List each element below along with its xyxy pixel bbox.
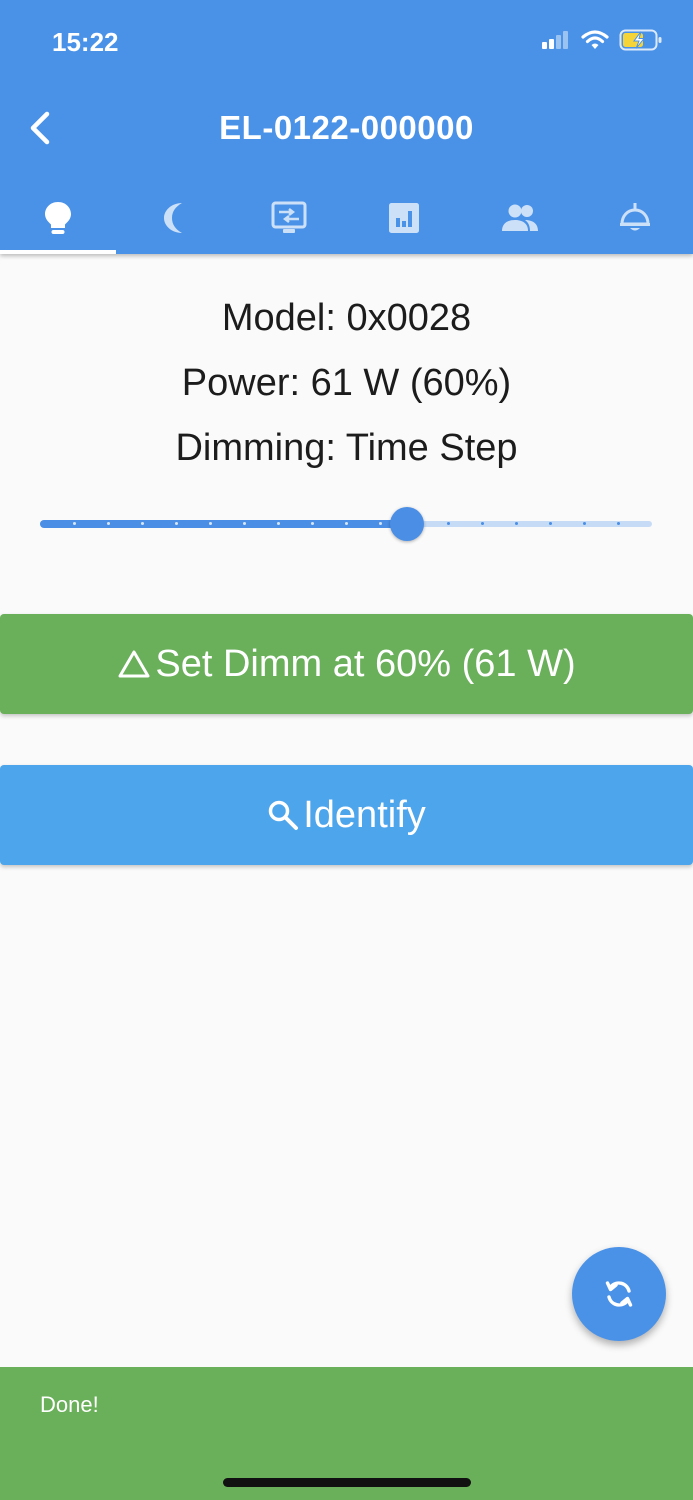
- slider-tick: [616, 522, 620, 525]
- slider-tick: [242, 522, 246, 525]
- refresh-icon: [605, 1281, 633, 1307]
- lightbulb-icon: [44, 202, 71, 234]
- slider-tick: [446, 522, 450, 525]
- set-dimm-label: Set Dimm at 60% (61 W): [155, 642, 576, 685]
- device-info: Model: 0x0028 Power: 61 W (60%) Dimming:…: [0, 286, 693, 481]
- wifi-icon: [581, 29, 609, 56]
- slider-thumb[interactable]: [390, 507, 425, 541]
- slider-tick: [344, 522, 348, 525]
- snackbar-message: Done!: [40, 1392, 99, 1417]
- refresh-button[interactable]: [572, 1247, 666, 1341]
- tab-groups[interactable]: [462, 182, 578, 254]
- slider-tick: [378, 522, 382, 525]
- battery-charging-icon: [619, 28, 663, 57]
- slider-tick: [276, 522, 280, 525]
- model-text: Model: 0x0028: [221, 297, 472, 339]
- slider-tick: [548, 522, 552, 525]
- tab-bar: [0, 182, 693, 254]
- set-dimm-button[interactable]: Set Dimm at 60% (61 W): [0, 614, 693, 714]
- signal-icon: [541, 30, 571, 55]
- slider-tick: [106, 522, 110, 525]
- group-icon: [501, 204, 538, 231]
- tab-configuration[interactable]: [231, 182, 347, 254]
- triangle-icon: [118, 650, 150, 678]
- status-time: 15:22: [52, 27, 119, 57]
- tab-luminaire[interactable]: [578, 182, 693, 254]
- slider-tick: [174, 522, 178, 525]
- app-header: 15:22 EL-0122-000000: [0, 0, 693, 254]
- power-text: Power: 61 W (60%): [181, 362, 512, 404]
- tab-statistics[interactable]: [347, 182, 463, 254]
- slider-tick: [480, 522, 484, 525]
- home-indicator[interactable]: [223, 1478, 471, 1487]
- settings-display-icon: [271, 201, 307, 233]
- dimming-slider[interactable]: [40, 500, 652, 548]
- slider-tick: [72, 522, 76, 525]
- tab-lighting[interactable]: [0, 182, 116, 254]
- bar-chart-icon: [389, 203, 420, 233]
- slider-tick: [310, 522, 314, 525]
- slider-tick: [514, 522, 518, 525]
- identify-button[interactable]: Identify: [0, 765, 693, 865]
- dimming-text: Dimming: Time Step: [175, 427, 518, 469]
- identify-label: Identify: [303, 793, 426, 836]
- slider-tick: [208, 522, 212, 525]
- slider-tick: [582, 522, 586, 525]
- device-screen: 15:22 EL-0122-000000 Model: 0x0028 Power…: [0, 0, 693, 1500]
- moon-icon: [164, 203, 183, 233]
- page-title: EL-0122-000000: [219, 109, 474, 146]
- slider-active-track: [40, 520, 408, 528]
- search-icon: [268, 800, 299, 830]
- active-tab-indicator: [0, 250, 116, 254]
- slider-tick: [140, 522, 144, 525]
- status-icons: [541, 28, 663, 56]
- ceiling-lamp-icon: [620, 203, 651, 231]
- tab-night-schedule[interactable]: [116, 182, 232, 254]
